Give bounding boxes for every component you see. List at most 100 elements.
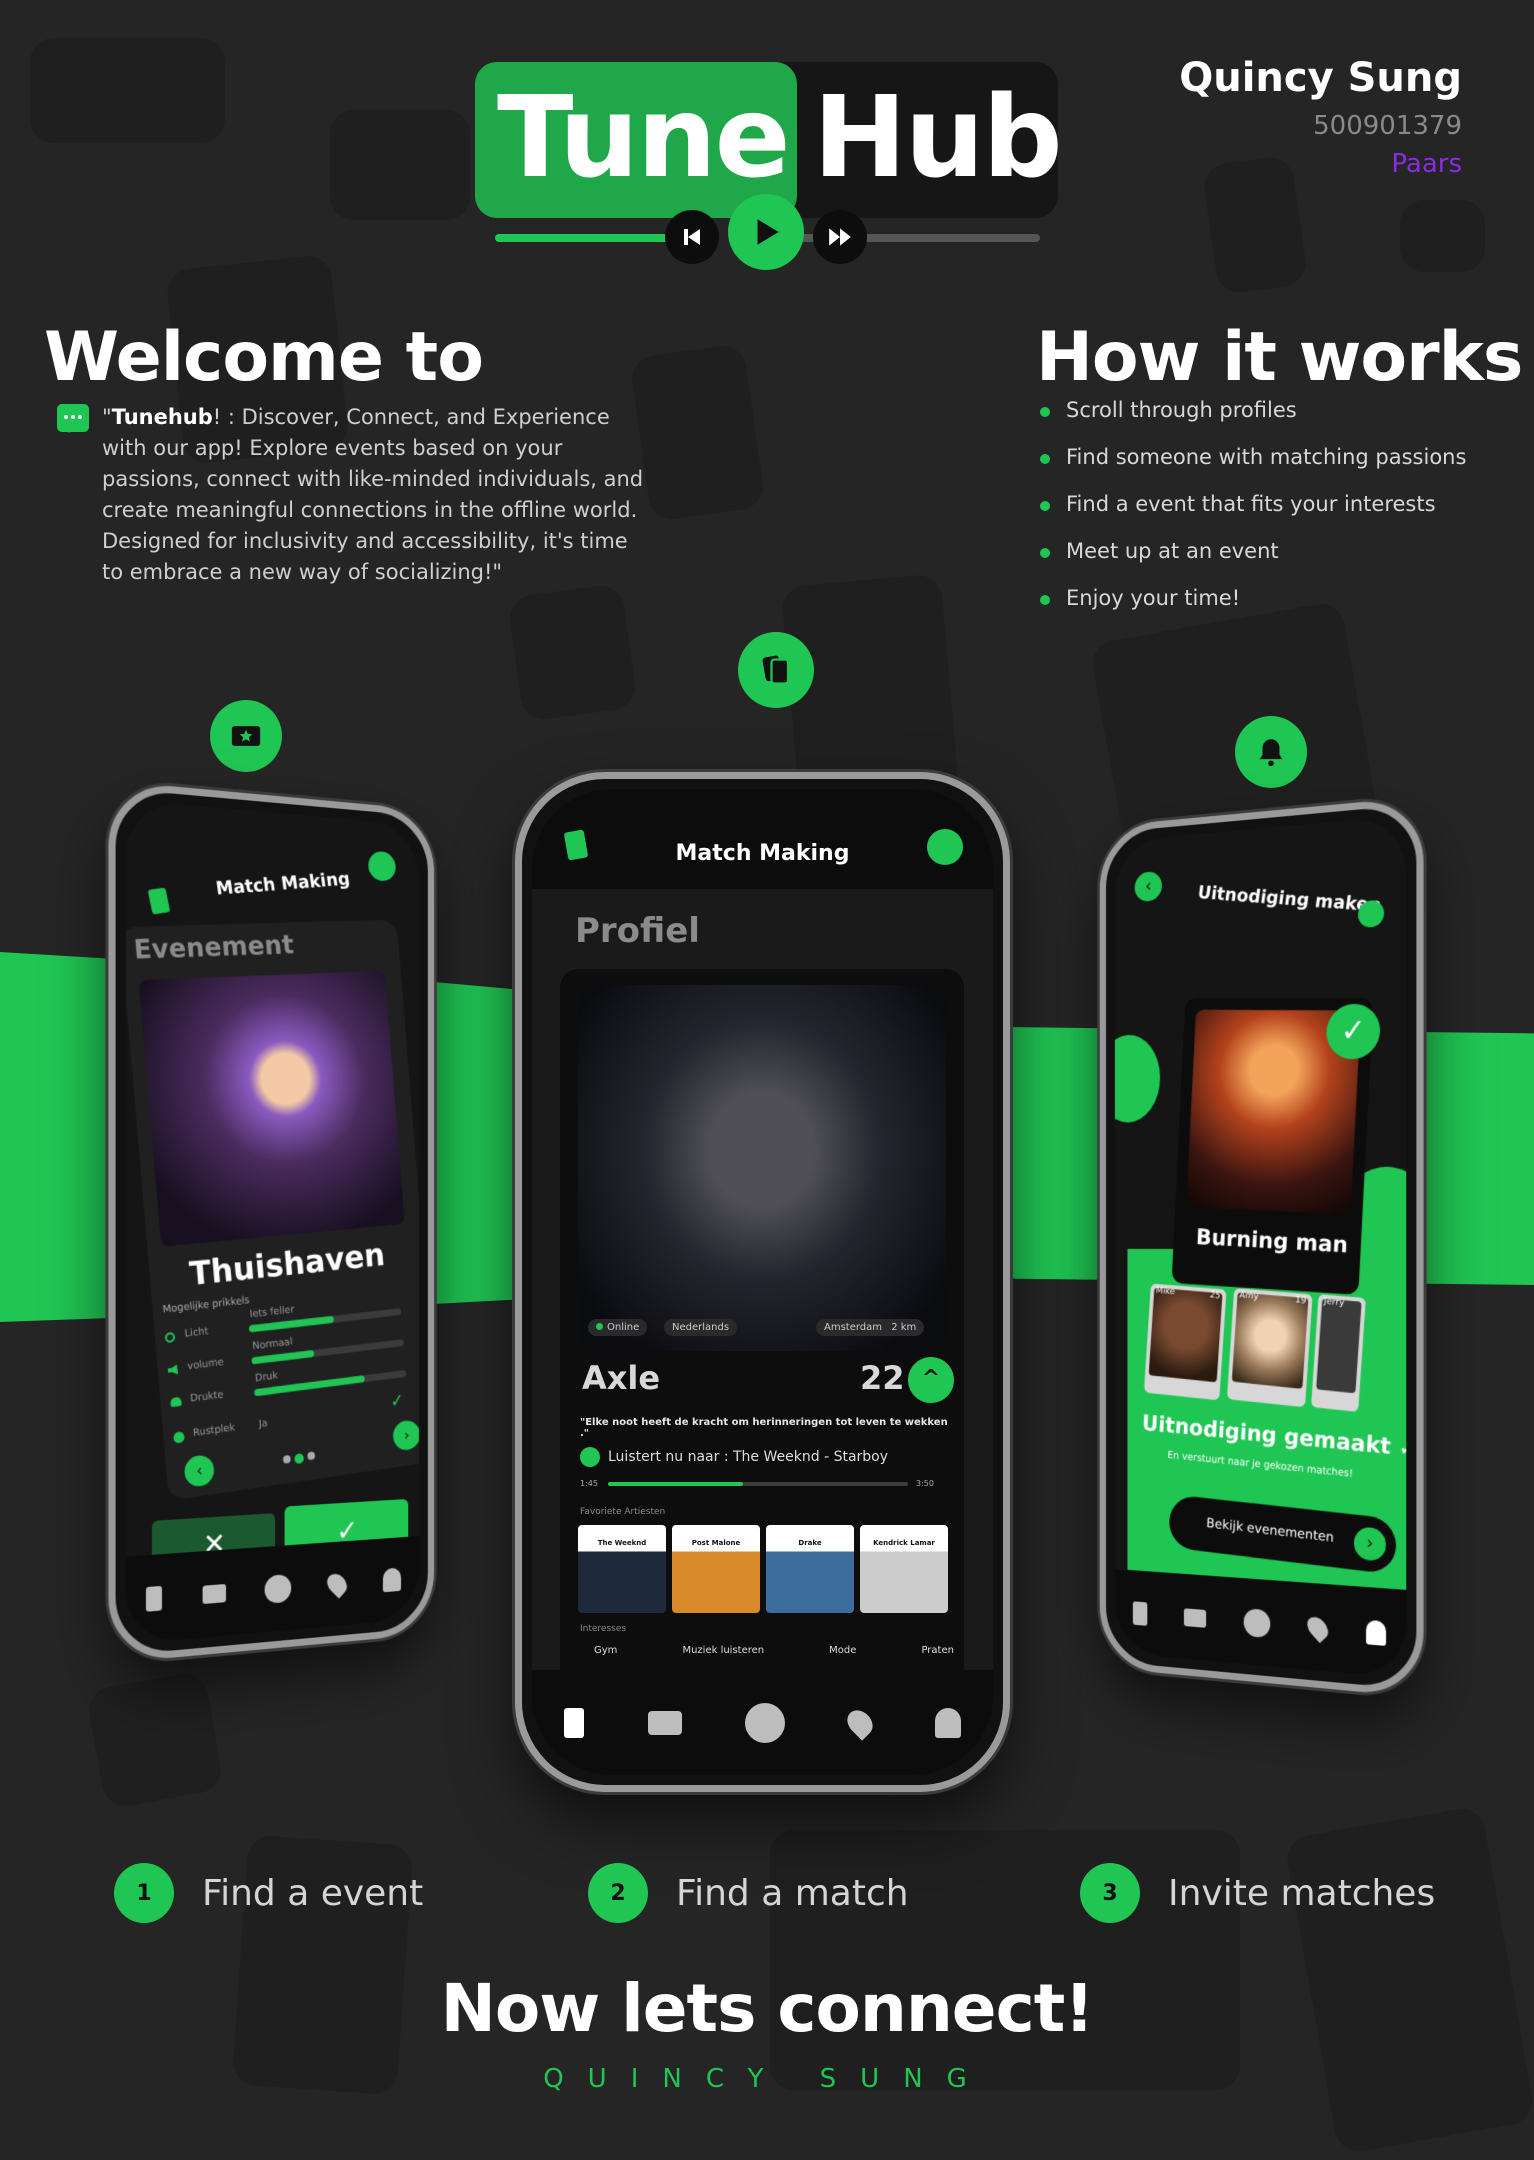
fav-artists-title: Favoriete Artiesten [580, 1507, 665, 1517]
crowd-icon [170, 1397, 182, 1408]
stimuli-value: Ja [259, 1418, 269, 1430]
spotify-icon [580, 1447, 600, 1467]
artist-name: Kendrick Lamar [860, 1539, 948, 1547]
fast-forward-icon [813, 210, 867, 264]
top-bar [532, 789, 993, 889]
phone-header: Match Making [215, 869, 351, 900]
artist-name: Post Malone [672, 1539, 760, 1547]
artist-name: Drake [766, 1539, 854, 1547]
interests-title: Interesses [580, 1624, 626, 1634]
expand-button[interactable]: ^ [908, 1357, 954, 1403]
bg-card [1400, 200, 1485, 272]
cards-icon[interactable] [146, 1585, 162, 1611]
play-icon[interactable] [265, 1573, 292, 1603]
interest-talking: Praten [921, 1645, 954, 1656]
how-item: Find someone with matching passions [1040, 445, 1466, 492]
section-title: Profiel [575, 911, 700, 951]
how-item: Meet up at an event [1040, 539, 1466, 586]
artist-card: Kendrick Lamar [860, 1525, 948, 1613]
match-card: Mike 25 [1144, 1283, 1227, 1400]
bottom-nav [532, 1670, 993, 1775]
chat-icon [57, 404, 89, 432]
bell-icon[interactable] [935, 1708, 961, 1738]
ticket-star-icon[interactable] [1184, 1608, 1206, 1628]
step-1: 1 Find a event [114, 1863, 423, 1923]
cta-label: Bekijk evenementen [1206, 1516, 1334, 1546]
cards-icon [738, 632, 814, 708]
step-number: 1 [114, 1863, 174, 1923]
footer-title: Now lets connect! [0, 1970, 1534, 2047]
footer-subtitle: QUINCY SUNG [0, 2064, 1534, 2094]
author-name: Quincy Sung [1179, 55, 1462, 101]
match-photo [1232, 1292, 1309, 1389]
interest-music: Muziek luisteren [682, 1645, 764, 1656]
check-icon: ✓ [1326, 1003, 1380, 1061]
author-block: Quincy Sung 500901379 Paars [1179, 55, 1462, 179]
profile-quote: "Elke noot heeft de kracht om herinnerin… [580, 1417, 950, 1439]
welcome-body: ! : Discover, Connect, and Experience wi… [102, 405, 643, 584]
step-label: Find a match [676, 1873, 909, 1914]
now-playing: Luistert nu naar : The Weeknd - Starboy [608, 1449, 888, 1465]
how-list: Scroll through profiles Find someone wit… [1040, 398, 1466, 633]
play-icon[interactable] [745, 1703, 785, 1743]
how-item: Find a event that fits your interests [1040, 492, 1466, 539]
step-3: 3 Invite matches [1080, 1863, 1435, 1923]
artist-card: Drake [766, 1525, 854, 1613]
profile-photo [578, 985, 946, 1351]
phone-header: Uitnodiging maken [1196, 882, 1382, 916]
match-name: Mike [1156, 1286, 1176, 1297]
stimuli-label: volume [187, 1357, 224, 1372]
brand-name: Tunehub [112, 405, 213, 429]
venue-name: Thuishaven [188, 1236, 386, 1294]
tag-location-text: Amsterdam [824, 1322, 882, 1333]
welcome-title: Welcome to [44, 318, 483, 397]
location-icon[interactable] [843, 1705, 878, 1740]
time-start: 1:45 [580, 1479, 598, 1488]
step-label: Find a event [202, 1873, 423, 1914]
interest-gym: Gym [594, 1645, 617, 1656]
bg-card [507, 583, 638, 723]
ticket-star-icon[interactable] [648, 1711, 682, 1735]
time-end: 3:50 [916, 1479, 934, 1488]
location-icon[interactable] [1303, 1612, 1332, 1642]
chevron-right-icon: › [1353, 1526, 1387, 1562]
play-icon[interactable] [1244, 1608, 1271, 1638]
artist-card: The Weeknd [578, 1525, 666, 1613]
profile-card: Online Nederlands Amsterdam 2 km Axle 22… [560, 969, 964, 1687]
bell-icon[interactable] [1366, 1619, 1386, 1645]
cards-icon[interactable] [564, 1708, 584, 1738]
welcome-text: "Tunehub! : Discover, Connect, and Exper… [102, 402, 652, 588]
logo-word-hub: Hub [813, 68, 1061, 208]
back-button[interactable]: ‹ [1135, 871, 1162, 902]
check-icon: ✓ [389, 1390, 404, 1412]
lightbulb-icon [165, 1332, 176, 1343]
profile-icon[interactable] [368, 851, 395, 882]
cards-icon[interactable] [1133, 1601, 1147, 1626]
match-name: Amy [1239, 1291, 1259, 1303]
stimuli-value: Druk [255, 1370, 279, 1384]
profile-icon[interactable] [927, 829, 963, 865]
tag-location: Amsterdam 2 km [816, 1319, 924, 1336]
stimuli-label: Rustplek [193, 1422, 236, 1439]
prev-arrow-button[interactable]: ‹ [183, 1454, 215, 1488]
student-id: 500901379 [1179, 111, 1462, 141]
match-age: 19 [1295, 1295, 1307, 1306]
profile-icon[interactable] [1358, 900, 1384, 928]
phone-invite: ‹ Uitnodiging maken Burning man ✓ Mike 25… [1100, 796, 1424, 1698]
artist-name: The Weeknd [578, 1539, 666, 1547]
previous-icon [665, 210, 719, 264]
bell-icon [1235, 716, 1307, 788]
class-name: Paars [1179, 149, 1462, 179]
bell-icon[interactable] [383, 1567, 401, 1592]
quote-prefix: " [102, 405, 112, 429]
interests-row: Gym Muziek luisteren Mode Praten [594, 1645, 954, 1656]
artist-card: Post Malone [672, 1525, 760, 1613]
ticket-star-icon[interactable] [202, 1583, 225, 1603]
location-icon[interactable] [324, 1569, 352, 1598]
carousel-dots [283, 1451, 316, 1465]
volume-icon [167, 1364, 178, 1375]
match-card: Jerry [1311, 1294, 1366, 1412]
stimuli-bar-fill [251, 1350, 314, 1364]
song-progress-fill [608, 1482, 743, 1486]
tag-online: Online [588, 1319, 647, 1336]
